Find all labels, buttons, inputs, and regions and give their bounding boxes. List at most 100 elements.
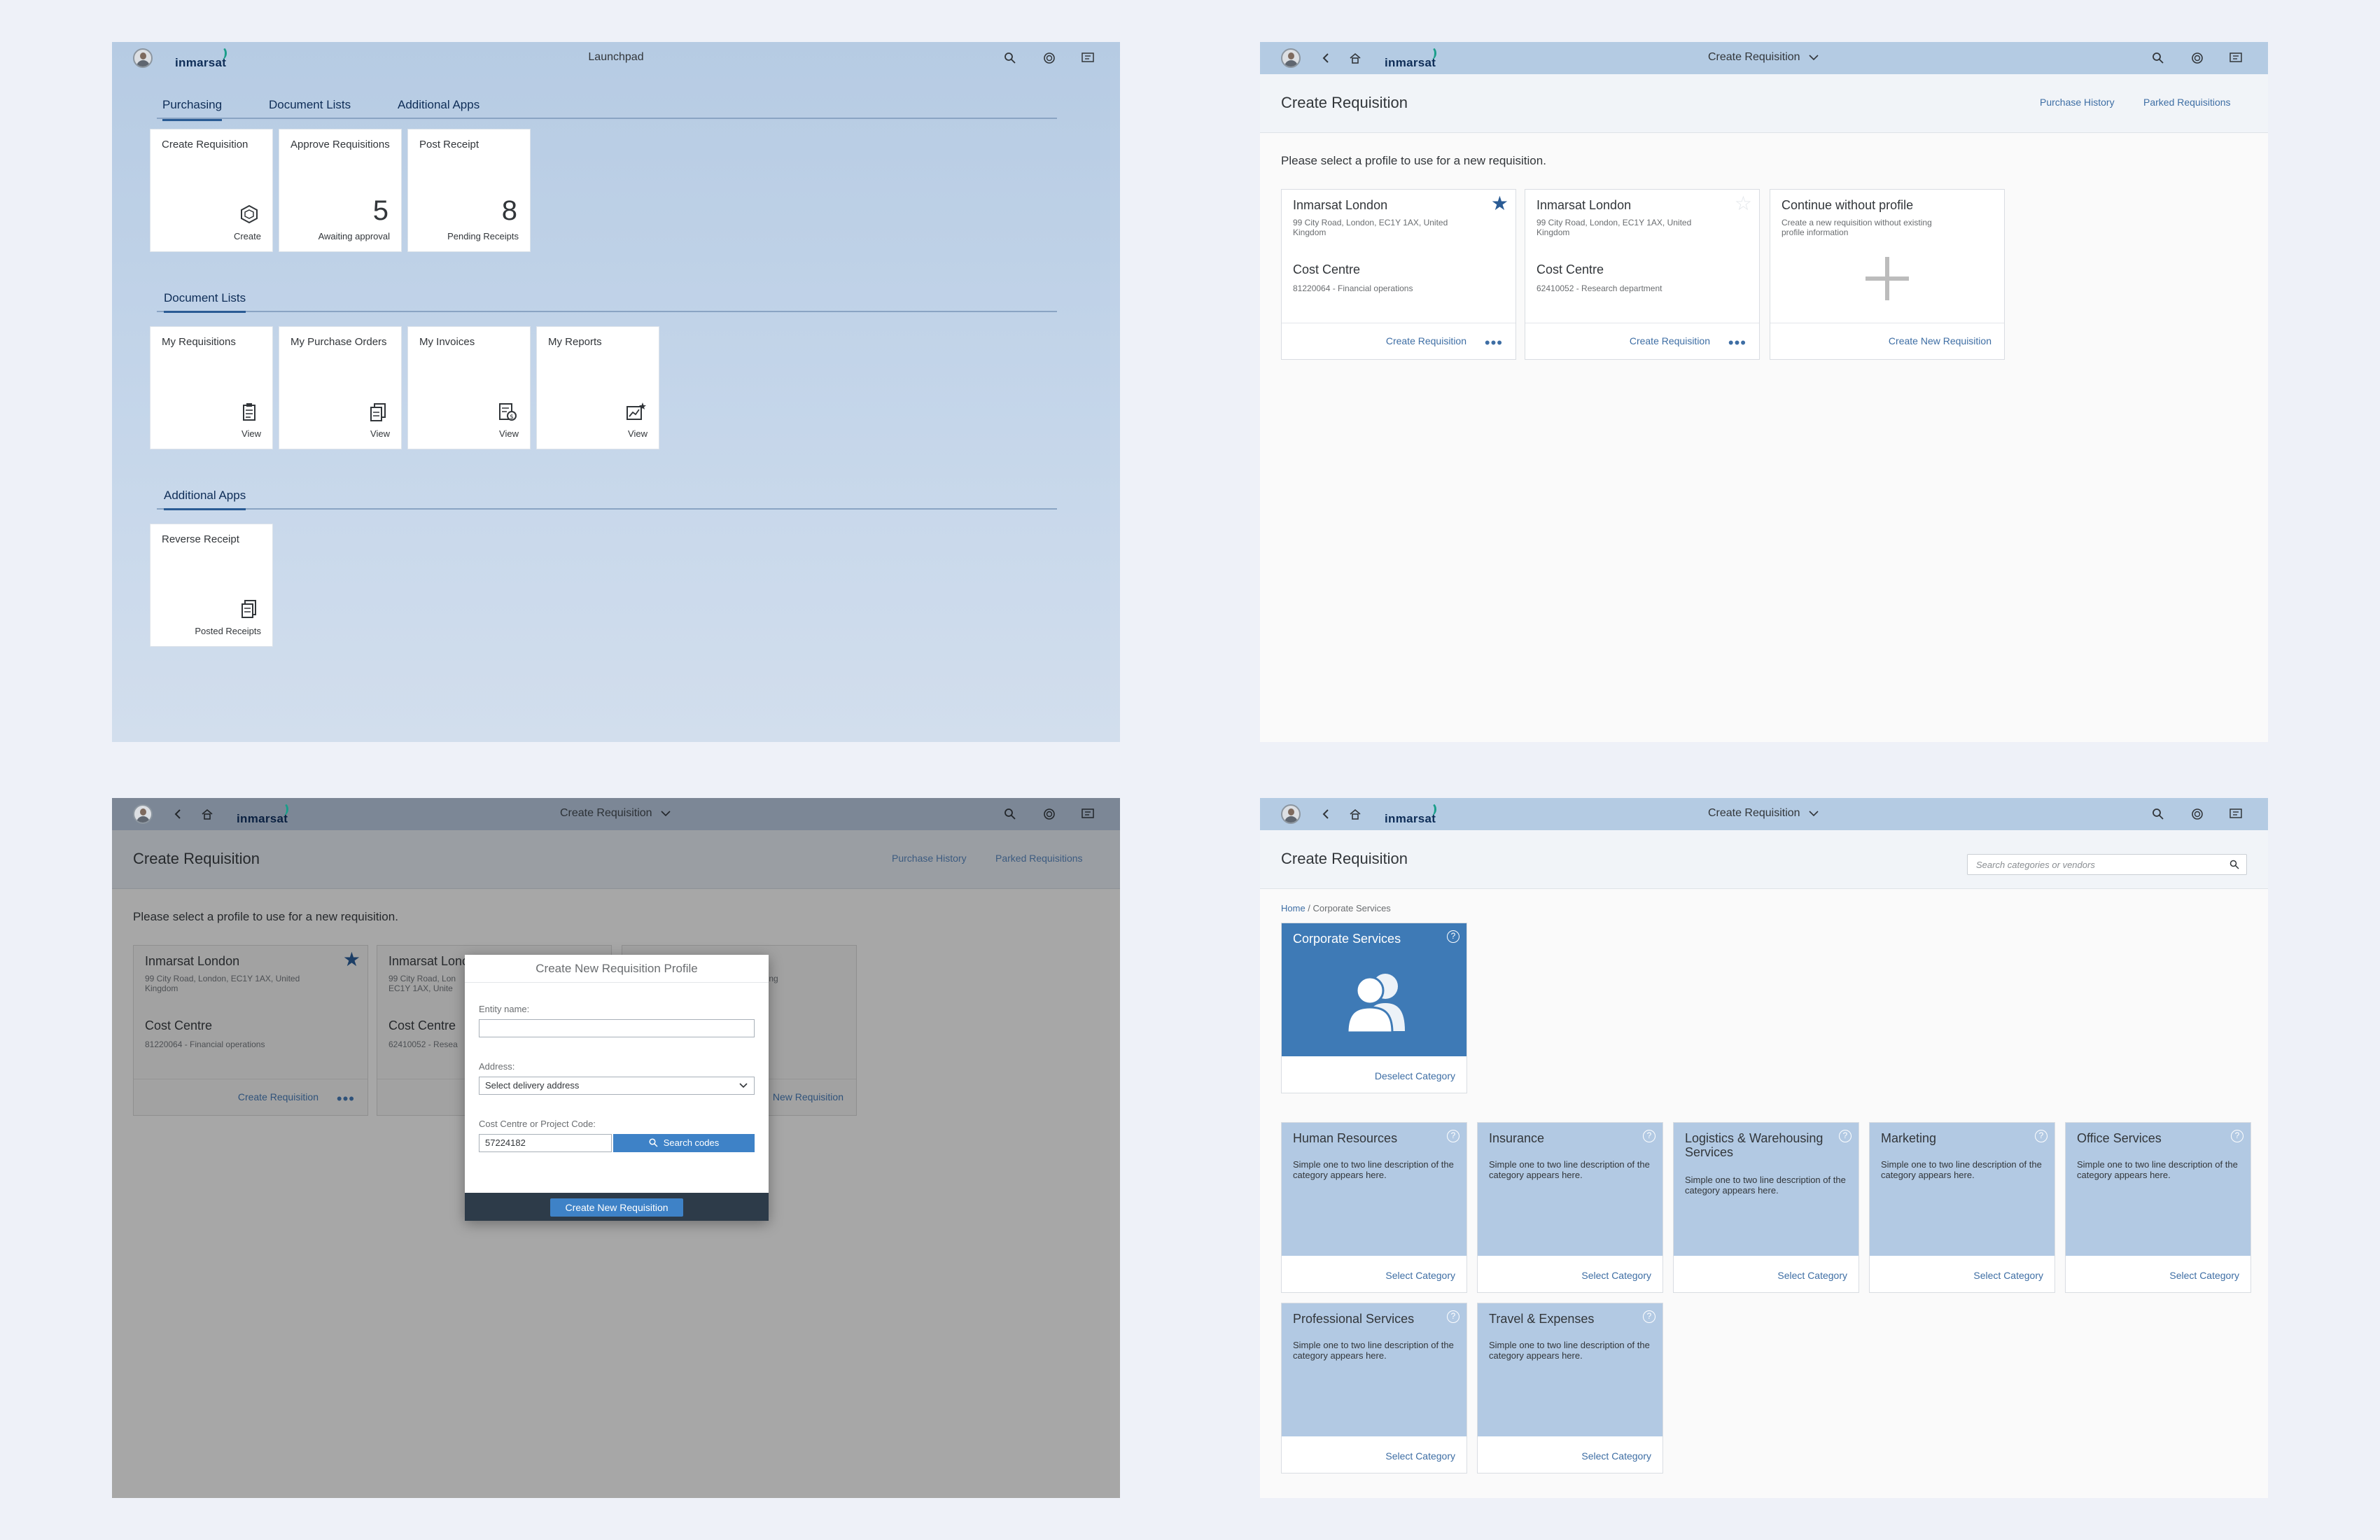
tile-my-reports[interactable]: My Reports View [536,326,659,449]
dialog-footer: Create New Requisition [465,1193,769,1221]
profile-card: Inmarsat London ★ 99 City Road, London, … [133,945,368,1116]
chevron-down-icon [661,811,671,816]
help-icon[interactable]: ? [1447,1310,1460,1323]
select-category-link[interactable]: Select Category [1385,1270,1455,1281]
search-icon[interactable] [2230,860,2239,869]
selected-category-card[interactable]: Corporate Services ? Deselect Category [1281,923,1467,1093]
shell-bar: inmarsat Create Requisition [1260,798,2268,830]
profile-card[interactable]: Inmarsat London ☆ 99 City Road, London, … [1525,189,1760,360]
copilot-icon[interactable] [2190,806,2205,822]
category-card[interactable]: Marketing? Simple one to two line descrip… [1869,1122,2055,1293]
shell-title[interactable]: Create Requisition [1260,807,2268,820]
tile-my-requisitions[interactable]: My Requisitions View [150,326,273,449]
page-header: Create Requisition Purchase History Park… [1260,74,2268,133]
tile-create-requisition[interactable]: Create Requisition Create [150,129,273,252]
group-document-lists: Document Lists [157,291,1057,313]
parked-requisitions-link: Parked Requisitions [995,853,1083,864]
breadcrumb: Home / Corporate Services [1281,903,1391,913]
profile-prompt: Please select a profile to use for a new… [1281,154,1546,167]
select-category-link[interactable]: Select Category [1777,1270,1847,1281]
notifications-menu-icon [1081,806,1096,822]
profile-card[interactable]: Inmarsat London ★ 99 City Road, London, … [1281,189,1516,360]
page-title: Create Requisition [133,850,260,867]
search-icon [1002,806,1018,822]
create-requisition-screen: inmarsat Create Requisition Create Requi… [1260,42,2268,742]
select-category-link[interactable]: Select Category [1385,1450,1455,1462]
clipboard-icon [243,403,255,421]
pending-receipt-count: 8 [501,195,517,226]
help-icon[interactable]: ? [1643,1310,1656,1323]
receipt-icon [241,600,256,618]
address-select[interactable]: Select delivery address [479,1077,755,1095]
invoice-icon: $ [499,403,517,421]
category-card[interactable]: Travel & Expenses? Simple one to two line… [1477,1303,1663,1474]
select-category-link[interactable]: Select Category [1581,1450,1651,1462]
notifications-menu-icon[interactable] [2229,50,2244,66]
parked-requisitions-link[interactable]: Parked Requisitions [2143,97,2231,108]
cost-centre-label: Cost Centre or Project Code: [479,1119,596,1129]
tile-my-invoices[interactable]: My Invoices $ View [407,326,531,449]
help-icon[interactable]: ? [2231,1130,2244,1142]
tab-additional-apps[interactable]: Additional Apps [398,98,479,119]
shell-bar: inmarsat Launchpad [112,42,1120,74]
tab-purchasing[interactable]: Purchasing [162,98,223,121]
page-title: Create Requisition [1281,94,1408,111]
create-requisition-link: Create Requisition [237,1091,318,1102]
search-icon[interactable] [2150,50,2166,66]
cost-centre-input[interactable]: 57224182 [479,1134,612,1152]
notifications-menu-icon[interactable] [1081,50,1096,66]
favorite-star-icon[interactable]: ★ [1491,194,1508,214]
copilot-icon[interactable] [2190,50,2205,66]
chevron-down-icon [1809,811,1819,816]
category-card[interactable]: Office Services? Simple one to two line d… [2065,1122,2251,1293]
select-category-link[interactable]: Select Category [1973,1270,2043,1281]
create-requisition-link[interactable]: Create Requisition [1386,335,1466,346]
help-icon[interactable]: ? [1839,1130,1851,1142]
more-options-icon[interactable]: ••• [1485,335,1503,351]
breadcrumb-home[interactable]: Home [1281,903,1306,913]
create-new-requisition-link[interactable]: Create New Requisition [1889,335,1991,346]
dialog-title: Create New Requisition Profile [465,955,769,983]
tile-reverse-receipt[interactable]: Reverse Receipt Posted Receipts [150,524,273,647]
copilot-icon[interactable] [1042,50,1057,66]
breadcrumb-current: Corporate Services [1312,903,1391,913]
category-card[interactable]: Human Resources? Simple one to two line d… [1281,1122,1467,1293]
notifications-menu-icon[interactable] [2229,806,2244,822]
tile-my-purchase-orders[interactable]: My Purchase Orders View [279,326,402,449]
category-card[interactable]: Professional Services? Simple one to two … [1281,1303,1467,1474]
tile-post-receipt[interactable]: Post Receipt 8 Pending Receipts [407,129,531,252]
favorite-star-icon: ★ [342,948,360,970]
search-codes-button[interactable]: Search codes [613,1134,755,1152]
new-profile-card[interactable]: Continue without profile Create a new re… [1770,189,2005,360]
address-label: Address: [479,1061,515,1072]
category-card[interactable]: Insurance? Simple one to two line descrip… [1477,1122,1663,1293]
purchase-history-link: Purchase History [892,853,967,864]
category-card[interactable]: Logistics & Warehousing Services? Simple … [1673,1122,1859,1293]
entity-name-input[interactable] [479,1019,755,1037]
search-icon[interactable] [1002,50,1018,66]
help-icon[interactable]: ? [1447,930,1460,943]
shell-title[interactable]: Create Requisition [1260,51,2268,64]
shell-bar: inmarsat Create Requisition [1260,42,2268,74]
shell-title: Create Requisition [112,807,1120,820]
purchase-history-link[interactable]: Purchase History [2040,97,2115,108]
page-title: Create Requisition [1281,850,1408,867]
page-header: Create Requisition Purchase History Park… [112,830,1120,889]
documents-icon [370,403,386,421]
select-category-link[interactable]: Select Category [2169,1270,2239,1281]
favorite-star-outline-icon[interactable]: ☆ [1735,194,1752,214]
people-icon [1346,974,1405,1032]
tile-approve-requisitions[interactable]: Approve Requisitions 5 Awaiting approval [279,129,402,252]
more-options-icon[interactable]: ••• [1728,335,1746,351]
create-requisition-link[interactable]: Create Requisition [1630,335,1710,346]
deselect-category-link[interactable]: Deselect Category [1375,1070,1455,1082]
help-icon[interactable]: ? [1643,1130,1656,1142]
category-search-input[interactable]: Search categories or vendors [1967,854,2247,875]
help-icon[interactable]: ? [1447,1130,1460,1142]
help-icon[interactable]: ? [2035,1130,2047,1142]
plus-icon [1865,257,1909,300]
tab-document-lists[interactable]: Document Lists [269,98,351,119]
select-category-link[interactable]: Select Category [1581,1270,1651,1281]
create-new-requisition-button[interactable]: Create New Requisition [550,1198,683,1217]
search-icon[interactable] [2150,806,2166,822]
